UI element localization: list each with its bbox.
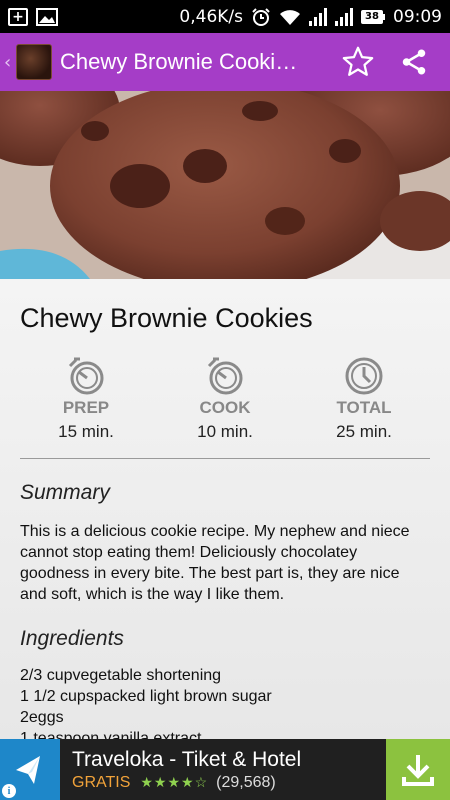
image-notification-icon (36, 7, 58, 26)
network-speed: 0,46K/s (179, 6, 243, 27)
ingredient-item: 1 1/2 cupspacked light brown sugar (20, 688, 272, 705)
total-value: 25 min. (336, 422, 392, 441)
battery-level: 38 (361, 9, 383, 24)
cookies-photo (0, 91, 450, 279)
ad-rating-count: (29,568) (216, 773, 276, 791)
summary-heading: Summary (20, 481, 110, 504)
ad-download-button[interactable] (386, 739, 450, 800)
ingredients-list: 2/3 cupvegetable shortening 1 1/2 cupspa… (20, 665, 430, 749)
signal-icon-2 (335, 7, 353, 26)
clock-icon (345, 357, 383, 395)
time-summary: PREP 15 min. COOK 10 min. TOTAL 25 min. (20, 356, 430, 442)
total-label: TOTAL (336, 398, 392, 417)
share-icon (402, 49, 426, 75)
ad-app-icon[interactable]: i (0, 739, 60, 800)
cook-label: COOK (199, 398, 251, 417)
add-notification-icon: + (8, 7, 28, 26)
timer-icon (207, 357, 243, 395)
alarm-icon (252, 7, 270, 26)
prep-value: 15 min. (58, 422, 114, 441)
ingredient-item: 2/3 cupvegetable shortening (20, 667, 222, 684)
ad-text[interactable]: Traveloka - Tiket & Hotel GRATIS ★★★★☆ (… (60, 748, 386, 792)
clock-time: 09:09 (393, 6, 442, 27)
cook-time: COOK 10 min. (165, 356, 285, 442)
cook-value: 10 min. (197, 422, 253, 441)
wifi-icon (280, 9, 300, 25)
prep-label: PREP (62, 398, 110, 417)
ingredients-heading: Ingredients (20, 627, 124, 650)
signal-icon (309, 7, 327, 26)
action-bar: ‹ Chewy Brownie Cooki… (0, 33, 450, 91)
timer-icon (68, 357, 104, 395)
recipe-title: Chewy Brownie Cookies (20, 303, 313, 333)
status-right: 0,46K/s 38 09:09 (179, 7, 442, 27)
ad-rating-stars: ★★★★☆ (140, 774, 209, 790)
recipe-thumbnail[interactable] (16, 44, 52, 80)
battery-icon: 38 (361, 9, 385, 24)
recipe-content[interactable]: Chewy Brownie Cookies PREP 15 min. COOK … (0, 279, 450, 747)
status-left: + (8, 7, 58, 26)
ad-title: Traveloka - Tiket & Hotel (72, 747, 302, 771)
prep-time: PREP 15 min. (26, 356, 146, 442)
total-time: TOTAL 25 min. (304, 356, 424, 442)
favorite-button[interactable] (330, 34, 386, 90)
ad-price: GRATIS (72, 773, 131, 791)
status-bar: + 0,46K/s 38 09:09 (0, 0, 450, 33)
share-button[interactable] (386, 34, 442, 90)
ad-banner[interactable]: i Traveloka - Tiket & Hotel GRATIS ★★★★☆… (0, 739, 450, 800)
back-chevron-icon[interactable]: ‹ (4, 52, 16, 73)
ad-meta: GRATIS ★★★★☆ (29,568) (72, 774, 386, 792)
star-icon (342, 46, 374, 76)
page-title: Chewy Brownie Cooki… (60, 49, 298, 74)
divider (20, 458, 430, 459)
bird-icon (16, 755, 40, 784)
ingredient-item: 2eggs (20, 709, 64, 726)
summary-text: This is a delicious cookie recipe. My ne… (20, 523, 410, 603)
ad-info-icon[interactable]: i (2, 784, 16, 798)
download-icon (402, 754, 434, 786)
recipe-hero-image (0, 91, 450, 279)
